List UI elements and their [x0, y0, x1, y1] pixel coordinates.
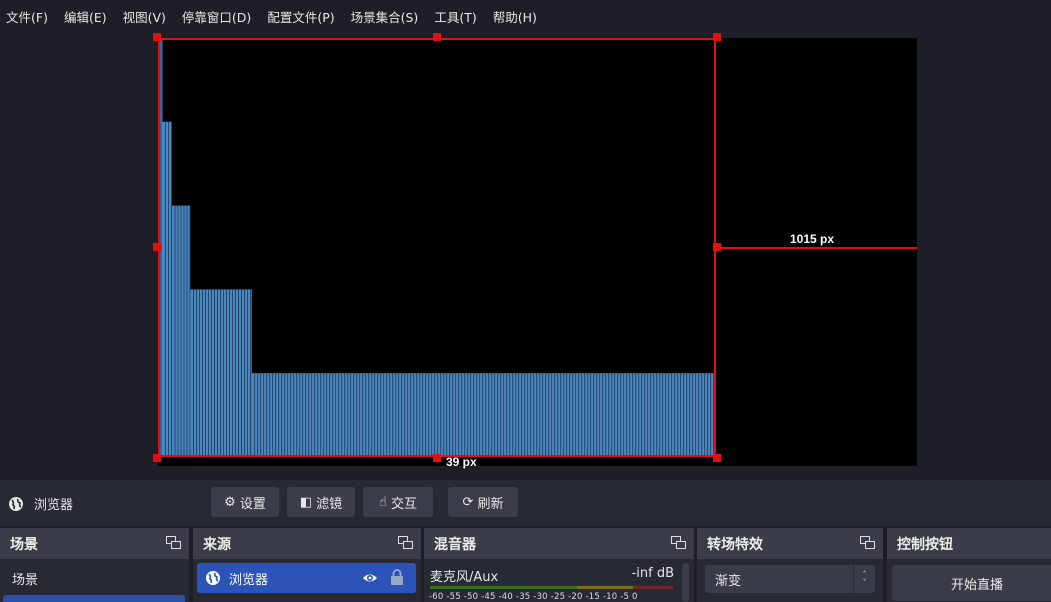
source-list-item[interactable]: 浏览器 [197, 563, 416, 593]
resize-handle-top-left[interactable] [153, 33, 161, 41]
sources-dock-header: 来源 [193, 528, 421, 559]
undock-icon[interactable] [860, 536, 875, 549]
settings-button[interactable]: ⚙ 设置 [211, 487, 279, 517]
pointer-hand-icon: ☝ [379, 494, 387, 510]
mixer-scrollbar[interactable] [682, 563, 689, 602]
undock-icon[interactable] [398, 536, 413, 549]
interact-button[interactable]: ☝ 交互 [363, 487, 433, 517]
obs-window: 文件(F) 编辑(E) 视图(V) 停靠窗口(D) 配置文件(P) 场景集合(S… [0, 0, 1051, 602]
selection-box[interactable] [158, 38, 716, 457]
distance-guide-line [716, 247, 917, 249]
volume-meter-scale: -60 -55 -50 -45 -40 -35 -30 -25 -20 -15 … [429, 592, 638, 602]
resize-handle-left[interactable] [153, 243, 161, 251]
settings-label: 设置 [239, 496, 266, 512]
source-name: 浏览器 [229, 572, 269, 588]
menu-scene-collection[interactable]: 场景集合(S) [351, 7, 419, 26]
menu-tools[interactable]: 工具(T) [434, 7, 476, 26]
resize-handle-bottom-left[interactable] [153, 454, 161, 462]
current-source-name: 浏览器 [34, 498, 74, 513]
sources-dock: 来源 浏览器 [193, 528, 421, 602]
undock-icon[interactable] [671, 536, 686, 549]
scenes-dock-header: 场景 [0, 528, 189, 559]
scenes-dock: 场景 场景 [0, 528, 189, 602]
menu-bar: 文件(F) 编辑(E) 视图(V) 停靠窗口(D) 配置文件(P) 场景集合(S… [0, 0, 1051, 32]
chevron-up-down-icon[interactable]: ˄ ˅ [853, 565, 875, 593]
transition-select[interactable]: 渐变 ˄ ˅ [705, 565, 875, 593]
refresh-label: 刷新 [477, 496, 504, 512]
distance-guide-bottom-arrow [432, 455, 442, 463]
controls-dock-title: 控制按钮 [897, 536, 953, 553]
source-toolbar: 浏览器 ⚙ 设置 ◧ 滤镜 ☝ 交互 ⟳ 刷新 [0, 480, 1051, 526]
resize-handle-top[interactable] [433, 33, 441, 41]
transitions-dock: 转场特效 渐变 ˄ ˅ [697, 528, 883, 602]
resize-handle-top-right[interactable] [713, 33, 721, 41]
distance-guide-right-label: 1015 px [790, 232, 835, 246]
scene-list-item-selected[interactable] [3, 595, 185, 602]
sources-dock-title: 来源 [203, 536, 231, 553]
preview-area[interactable]: 1015 px 39 px [0, 32, 1051, 478]
scene-list-item[interactable]: 场景 [0, 559, 189, 588]
refresh-button[interactable]: ⟳ 刷新 [448, 487, 518, 517]
audio-mixer-dock: 混音器 麦克风/Aux -inf dB -60 -55 -50 -45 -40 … [424, 528, 694, 602]
menu-edit[interactable]: 编辑(E) [64, 7, 107, 26]
controls-dock-header: 控制按钮 [887, 528, 1051, 559]
globe-icon [206, 571, 220, 585]
visibility-eye-icon[interactable] [362, 570, 378, 586]
menu-file[interactable]: 文件(F) [6, 7, 48, 26]
undock-icon[interactable] [166, 536, 181, 549]
globe-icon [9, 496, 23, 511]
transition-select-value: 渐变 [715, 573, 742, 589]
current-source: 浏览器 [8, 494, 73, 513]
mixer-dock-title: 混音器 [434, 536, 476, 553]
menu-help[interactable]: 帮助(H) [493, 7, 537, 26]
start-streaming-label: 开始直播 [950, 577, 1003, 593]
transitions-dock-header: 转场特效 [697, 528, 883, 559]
menu-view[interactable]: 视图(V) [123, 7, 166, 26]
controls-dock: 控制按钮 开始直播 [887, 528, 1051, 602]
menu-profile[interactable]: 配置文件(P) [267, 7, 334, 26]
interact-label: 交互 [390, 496, 417, 512]
scenes-dock-title: 场景 [10, 536, 38, 553]
refresh-icon: ⟳ [462, 494, 474, 510]
resize-handle-bottom-right[interactable] [713, 454, 721, 462]
filters-label: 滤镜 [316, 496, 343, 512]
lock-icon[interactable] [390, 569, 404, 586]
transitions-dock-title: 转场特效 [707, 536, 763, 553]
mixer-channel: 麦克风/Aux -inf dB -60 -55 -50 -45 -40 -35 … [424, 559, 694, 602]
mixer-channel-level: -inf dB [631, 566, 674, 581]
mixer-dock-header: 混音器 [424, 528, 694, 559]
distance-guide-bottom-label: 39 px [446, 455, 477, 469]
start-streaming-button[interactable]: 开始直播 [892, 565, 1051, 601]
gear-icon: ⚙ [224, 494, 236, 510]
filter-icon: ◧ [299, 494, 313, 510]
filters-button[interactable]: ◧ 滤镜 [287, 487, 355, 517]
menu-docks[interactable]: 停靠窗口(D) [182, 7, 251, 26]
mixer-channel-name: 麦克风/Aux [430, 570, 499, 585]
